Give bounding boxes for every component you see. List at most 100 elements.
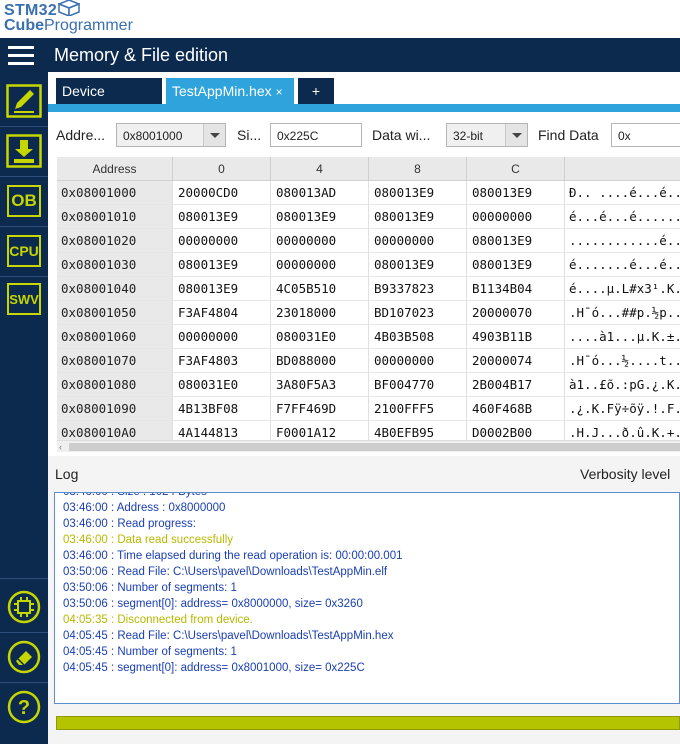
- tab-testappmin-hex[interactable]: TestAppMin.hex ×: [166, 78, 294, 104]
- menu-icon[interactable]: [8, 46, 34, 66]
- row-address[interactable]: 0x08001010: [57, 205, 173, 229]
- cell-ascii[interactable]: .H.J...ð.û.K.+.Ð: [565, 421, 680, 440]
- cell-4[interactable]: 080031E0: [271, 325, 369, 349]
- cell-8[interactable]: 00000000: [369, 349, 467, 373]
- cell-8[interactable]: 080013E9: [369, 205, 467, 229]
- table-row[interactable]: 0x08001060 00000000 080031E0 4B03B508 4903B1…: [57, 325, 680, 349]
- cell-ascii[interactable]: .H¯ó...##p.½p...: [565, 301, 680, 325]
- cell-c[interactable]: 080013E9: [467, 181, 565, 205]
- cell-4[interactable]: BD088000: [271, 349, 369, 373]
- cell-ascii[interactable]: ....à1...µ.K.±.I: [565, 325, 680, 349]
- tab-device-memory[interactable]: Device memory: [56, 78, 162, 125]
- size-input[interactable]: 0x225C: [270, 123, 362, 147]
- cell-c[interactable]: 080013E9: [467, 229, 565, 253]
- row-address[interactable]: 0x080010A0: [57, 421, 173, 440]
- cell-4[interactable]: 23018000: [271, 301, 369, 325]
- row-address[interactable]: 0x08001070: [57, 349, 173, 373]
- cell-4[interactable]: F0001A12: [271, 421, 369, 440]
- cell-4[interactable]: 00000000: [271, 229, 369, 253]
- cell-c[interactable]: 00000000: [467, 205, 565, 229]
- sidebar-item-download[interactable]: [6, 134, 42, 168]
- cell-0[interactable]: 080013E9: [173, 205, 271, 229]
- chevron-down-icon[interactable]: [505, 124, 527, 146]
- cell-8[interactable]: 4B03B508: [369, 325, 467, 349]
- cell-8[interactable]: 080013E9: [369, 181, 467, 205]
- close-tab-icon[interactable]: ×: [276, 85, 283, 99]
- cell-8[interactable]: B9337823: [369, 277, 467, 301]
- table-row[interactable]: 0x08001070 F3AF4803 BD088000 00000000 200000…: [57, 349, 680, 373]
- cell-0[interactable]: 080013E9: [173, 277, 271, 301]
- sidebar-item-memory-edit[interactable]: [6, 84, 42, 118]
- cell-ascii[interactable]: Ð.. ....é...é...: [565, 181, 680, 205]
- cell-c[interactable]: 460F468B: [467, 397, 565, 421]
- cell-4[interactable]: 080013AD: [271, 181, 369, 205]
- cell-0[interactable]: F3AF4804: [173, 301, 271, 325]
- cell-c[interactable]: 20000070: [467, 301, 565, 325]
- cell-c[interactable]: 080013E9: [467, 253, 565, 277]
- table-row[interactable]: 0x08001000 20000CD0 080013AD 080013E9 080013…: [57, 181, 680, 205]
- cell-c[interactable]: 20000074: [467, 349, 565, 373]
- row-address[interactable]: 0x08001090: [57, 397, 173, 421]
- find-data-input[interactable]: 0x: [611, 123, 680, 147]
- cell-4[interactable]: F7FF469D: [271, 397, 369, 421]
- add-tab-button[interactable]: +: [298, 78, 334, 104]
- row-address[interactable]: 0x08001080: [57, 373, 173, 397]
- table-row[interactable]: 0x08001050 F3AF4804 23018000 BD107023 200000…: [57, 301, 680, 325]
- cell-4[interactable]: 00000000: [271, 253, 369, 277]
- cell-ascii[interactable]: à1..£õ.:pG.¿.K.+: [565, 373, 680, 397]
- cell-ascii[interactable]: .¿.K.Fÿ÷õÿ.!.F.F: [565, 397, 680, 421]
- cell-0[interactable]: 080031E0: [173, 373, 271, 397]
- cell-c[interactable]: 2B004B17: [467, 373, 565, 397]
- horizontal-scrollbar[interactable]: ‹: [57, 440, 680, 452]
- cell-8[interactable]: 00000000: [369, 229, 467, 253]
- cell-ascii[interactable]: é....µ.L#x3¹.K.±: [565, 277, 680, 301]
- table-row[interactable]: 0x08001090 4B13BF08 F7FF469D 2100FFF5 460F46…: [57, 397, 680, 421]
- row-address[interactable]: 0x08001040: [57, 277, 173, 301]
- log-output[interactable]: 03:46:00 : Size : 1024 Bytes 03:46:00 : A…: [54, 492, 680, 704]
- row-address[interactable]: 0x08001050: [57, 301, 173, 325]
- sidebar-item-help[interactable]: ?: [6, 690, 42, 724]
- table-row[interactable]: 0x080010A0 4A144813 F0001A12 4B0EFB95 D0002B…: [57, 421, 680, 440]
- address-combo[interactable]: 0x8001000: [116, 123, 226, 147]
- cell-0[interactable]: 00000000: [173, 325, 271, 349]
- cell-0[interactable]: 080013E9: [173, 253, 271, 277]
- cell-0[interactable]: 00000000: [173, 229, 271, 253]
- row-address[interactable]: 0x08001000: [57, 181, 173, 205]
- row-address[interactable]: 0x08001020: [57, 229, 173, 253]
- cell-4[interactable]: 3A80F5A3: [271, 373, 369, 397]
- cell-8[interactable]: BF004770: [369, 373, 467, 397]
- table-row[interactable]: 0x08001030 080013E9 00000000 080013E9 080013…: [57, 253, 680, 277]
- cell-c[interactable]: D0002B00: [467, 421, 565, 440]
- table-row[interactable]: 0x08001010 080013E9 080013E9 080013E9 000000…: [57, 205, 680, 229]
- cell-8[interactable]: 2100FFF5: [369, 397, 467, 421]
- sidebar-item-cpu[interactable]: CPU: [6, 234, 42, 268]
- cell-8[interactable]: 080013E9: [369, 253, 467, 277]
- cell-ascii[interactable]: é.......é...é...: [565, 253, 680, 277]
- cell-4[interactable]: 4C05B510: [271, 277, 369, 301]
- chevron-down-icon[interactable]: [203, 124, 225, 146]
- cell-ascii[interactable]: é...é...é.......: [565, 205, 680, 229]
- cell-0[interactable]: 20000CD0: [173, 181, 271, 205]
- cell-8[interactable]: BD107023: [369, 301, 467, 325]
- data-width-combo[interactable]: 32-bit: [446, 123, 528, 147]
- sidebar-item-option-bytes[interactable]: OB: [6, 184, 42, 218]
- sidebar-item-chip-settings[interactable]: [6, 590, 42, 624]
- cell-0[interactable]: 4B13BF08: [173, 397, 271, 421]
- cell-4[interactable]: 080013E9: [271, 205, 369, 229]
- table-row[interactable]: 0x08001020 00000000 00000000 00000000 080013…: [57, 229, 680, 253]
- scroll-thumb[interactable]: [69, 443, 680, 451]
- sidebar-item-erase[interactable]: [6, 640, 42, 674]
- scroll-left-icon[interactable]: ‹: [59, 442, 62, 452]
- cell-8[interactable]: 4B0EFB95: [369, 421, 467, 440]
- cell-ascii[interactable]: .H¯ó...½....t...: [565, 349, 680, 373]
- table-row[interactable]: 0x08001080 080031E0 3A80F5A3 BF004770 2B004B…: [57, 373, 680, 397]
- cell-0[interactable]: 4A144813: [173, 421, 271, 440]
- cell-c[interactable]: B1134B04: [467, 277, 565, 301]
- sidebar-item-swv[interactable]: SWV: [6, 282, 42, 316]
- cell-ascii[interactable]: ............é...: [565, 229, 680, 253]
- row-address[interactable]: 0x08001030: [57, 253, 173, 277]
- row-address[interactable]: 0x08001060: [57, 325, 173, 349]
- table-row[interactable]: 0x08001040 080013E9 4C05B510 B9337823 B1134B…: [57, 277, 680, 301]
- cell-c[interactable]: 4903B11B: [467, 325, 565, 349]
- cell-0[interactable]: F3AF4803: [173, 349, 271, 373]
